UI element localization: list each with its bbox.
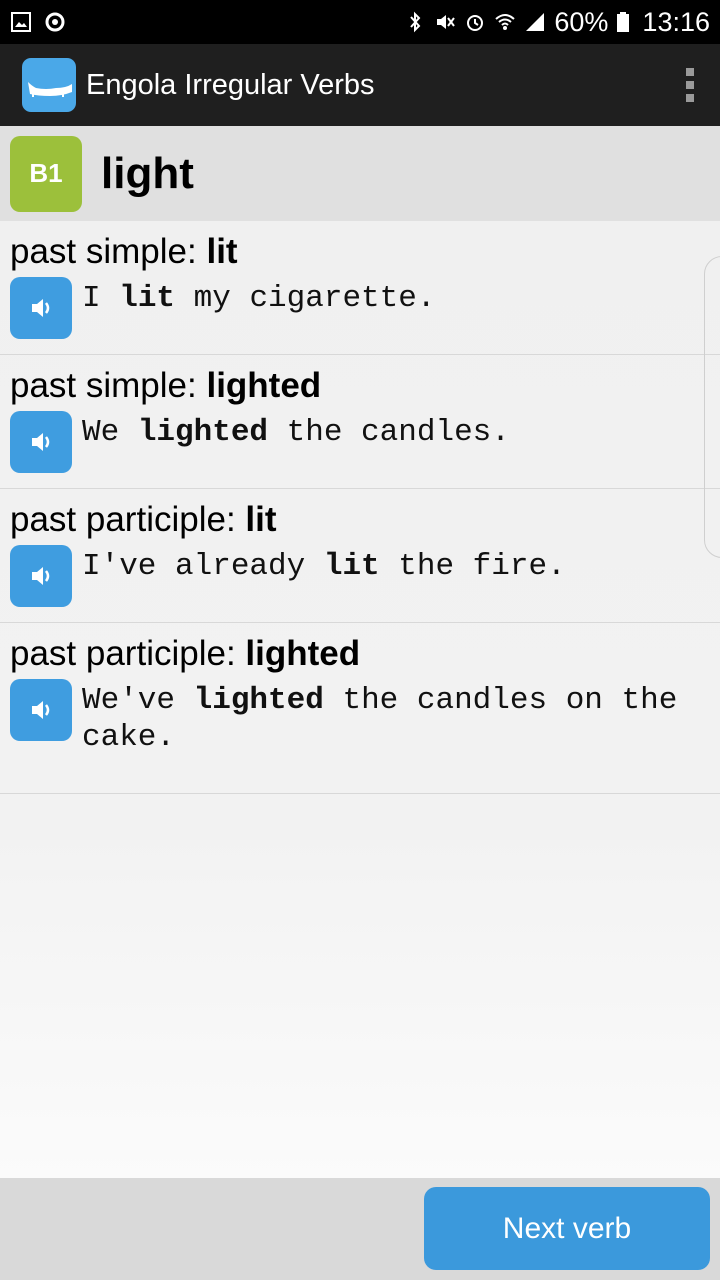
speaker-icon[interactable] (10, 679, 72, 741)
verb-header: B1 light (0, 126, 720, 221)
status-bar: 60% 13:16 (0, 0, 720, 44)
overflow-menu-icon[interactable] (660, 44, 720, 126)
speaker-icon[interactable] (10, 545, 72, 607)
form-value: lit (206, 232, 238, 271)
form-item: past simple: lit I lit my cigarette. (0, 221, 720, 355)
alarm-icon (467, 15, 484, 31)
example-sentence: I lit my cigarette. (82, 281, 436, 316)
level-badge: B1 (10, 135, 82, 212)
bluetooth-icon (410, 11, 421, 33)
example-sentence: I've already lit the fire. (82, 549, 566, 584)
form-label: past simple: lighted (10, 366, 322, 405)
scroll-edge (704, 256, 720, 558)
speaker-icon[interactable] (10, 277, 72, 339)
battery-icon (617, 12, 630, 32)
app-logo-icon (22, 58, 76, 112)
bottom-bar: Next verb (0, 1178, 720, 1280)
battery-percent: 60% (554, 6, 609, 37)
circle-icon (45, 12, 65, 32)
form-value: lighted (206, 366, 322, 405)
next-verb-button[interactable]: Next verb (424, 1187, 710, 1270)
app-bar: Engola Irregular Verbs (0, 44, 720, 126)
form-item: past simple: lighted We lighted the cand… (0, 355, 720, 489)
example-row: We lighted the candles. (10, 411, 710, 473)
form-item: past participle: lit I've already lit th… (0, 489, 720, 623)
example-row: I've already lit the fire. (10, 545, 710, 607)
speaker-icon[interactable] (10, 411, 72, 473)
form-value: lit (245, 500, 277, 539)
verb-title: light (101, 148, 194, 198)
clock: 13:16 (642, 6, 710, 37)
example-row: We've lighted the candles on the cake. (10, 679, 710, 756)
form-item: past participle: lighted We've lighted t… (0, 623, 720, 794)
form-label: past simple: lit (10, 232, 238, 271)
app-title: Engola Irregular Verbs (86, 68, 375, 101)
example-row: I lit my cigarette. (10, 277, 710, 339)
verb-content: B1 light past simple: lit I lit my cigar… (0, 126, 720, 1178)
wifi-icon (495, 14, 516, 30)
image-icon (11, 12, 31, 32)
signal-icon (526, 13, 545, 31)
form-label: past participle: lit (10, 500, 277, 539)
example-sentence: We've lighted the candles on the cake. (82, 683, 678, 755)
example-sentence: We lighted the candles. (82, 415, 510, 450)
form-value: lighted (245, 634, 361, 673)
form-label: past participle: lighted (10, 634, 361, 673)
mute-icon (437, 15, 456, 29)
